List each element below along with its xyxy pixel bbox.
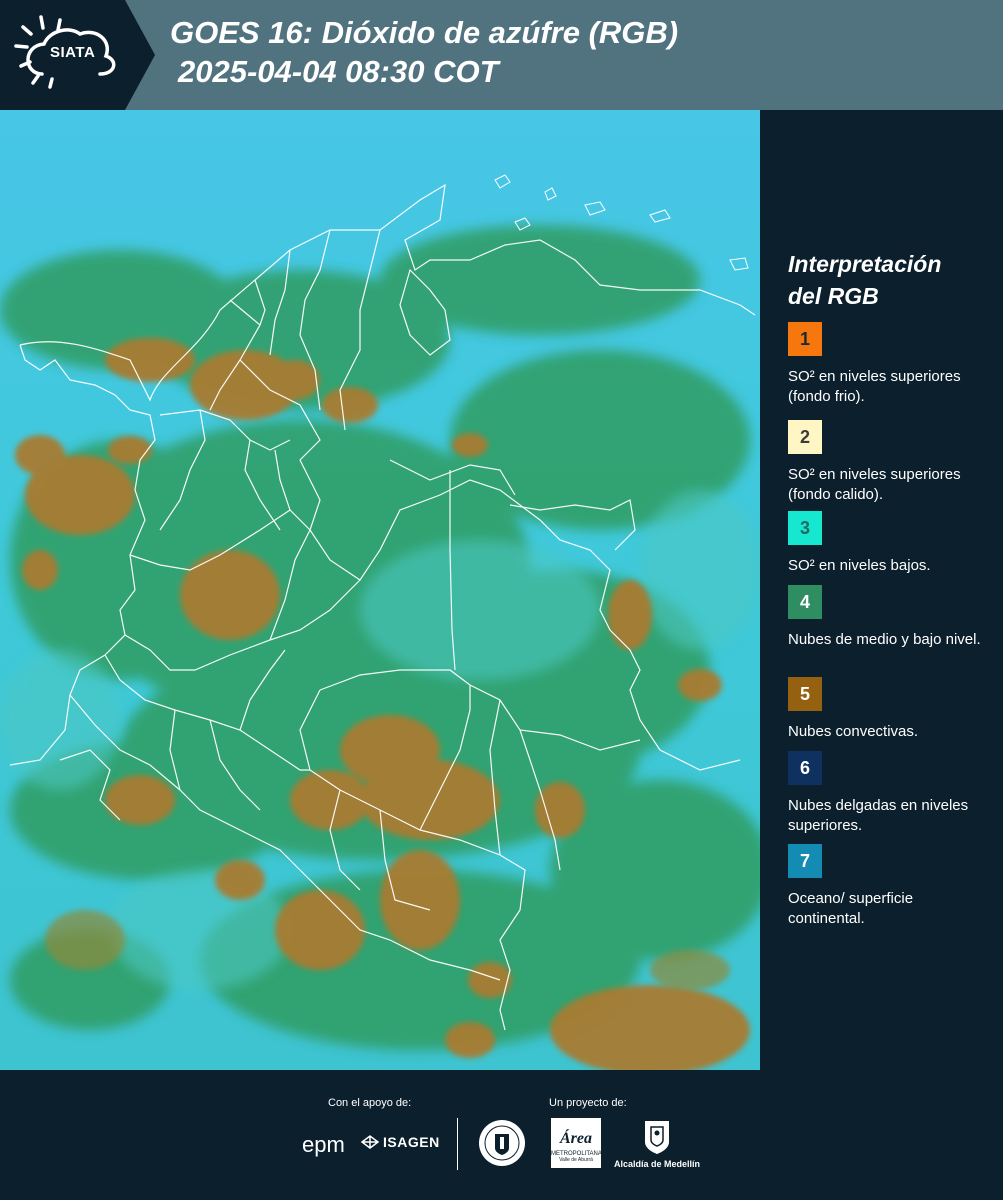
legend-panel: Interpretación del RGB 1 SO² en niveles …: [760, 110, 1003, 1070]
isagen-text: ISAGEN: [383, 1134, 440, 1150]
legend-item-3: 3 SO² en niveles bajos.: [788, 511, 988, 576]
legend-item-1: 1 SO² en niveles superiores (fondo frio)…: [788, 322, 988, 407]
legend-item-7: 7 Oceano/ superficie continental.: [788, 844, 988, 929]
alcaldia-logo[interactable]: Alcaldía de Medellín: [612, 1118, 702, 1169]
footer-divider: [457, 1118, 458, 1170]
legend-label-2: SO² en niveles superiores (fondo calido)…: [788, 466, 961, 503]
legend-label-4: Nubes de medio y bajo nivel.: [788, 631, 981, 648]
page-title: GOES 16: Dióxido de azúfre (RGB): [170, 15, 679, 50]
area-metropolitana-logo[interactable]: Área METROPOLITANA Valle de Aburrá: [551, 1118, 602, 1168]
header-bar: SIATA GOES 16: Dióxido de azúfre (RGB) 2…: [0, 0, 1003, 110]
legend-swatch-2: 2: [788, 420, 822, 454]
legend-label-5: Nubes convectivas.: [788, 723, 919, 740]
legend-item-5: 5 Nubes convectivas.: [788, 677, 988, 742]
legend-label-7: Oceano/ superficie continental.: [788, 890, 914, 927]
isagen-icon: [360, 1135, 380, 1149]
satellite-image: [0, 110, 760, 1070]
legend-swatch-6: 6: [788, 751, 822, 785]
legend-swatch-3: 3: [788, 511, 822, 545]
footer: Con el apoyo de: Un proyecto de: epm ISA…: [0, 1070, 1003, 1200]
medellin-seal-logo[interactable]: [477, 1118, 527, 1173]
legend-swatch-7: 7: [788, 844, 822, 878]
legend-item-4: 4 Nubes de medio y bajo nivel.: [788, 585, 988, 650]
seal-icon: [479, 1120, 525, 1166]
legend-title-line1: Interpretación: [788, 251, 942, 277]
legend-label-6: Nubes delgadas en niveles superiores.: [788, 797, 969, 834]
datetime-label: 2025-04-04 08:30 COT: [178, 54, 499, 89]
project-label: Un proyecto de:: [549, 1097, 627, 1109]
logo-text: SIATA: [50, 44, 96, 61]
area-sub2: Valle de Aburrá: [559, 1157, 593, 1163]
satellite-map: [0, 110, 760, 1070]
legend-label-3: SO² en niveles bajos.: [788, 557, 931, 574]
epm-logo[interactable]: epm: [302, 1132, 345, 1158]
alcaldia-shield-icon: [645, 1121, 669, 1154]
legend-swatch-1: 1: [788, 322, 822, 356]
legend-item-2: 2 SO² en niveles superiores (fondo calid…: [788, 420, 988, 505]
support-label: Con el apoyo de:: [328, 1097, 412, 1109]
legend-swatch-4: 4: [788, 585, 822, 619]
area-text: Área: [560, 1130, 592, 1147]
isagen-logo[interactable]: ISAGEN: [360, 1134, 440, 1150]
legend-title-line2: del RGB: [788, 283, 879, 309]
legend-item-6: 6 Nubes delgadas en niveles superiores.: [788, 751, 988, 836]
alcaldia-text: Alcaldía de Medellín: [613, 1159, 701, 1169]
legend-title: Interpretación del RGB: [788, 248, 988, 312]
siata-logo[interactable]: SIATA: [0, 0, 155, 110]
legend-swatch-5: 5: [788, 677, 822, 711]
legend-label-1: SO² en niveles superiores (fondo frio).: [788, 368, 961, 405]
